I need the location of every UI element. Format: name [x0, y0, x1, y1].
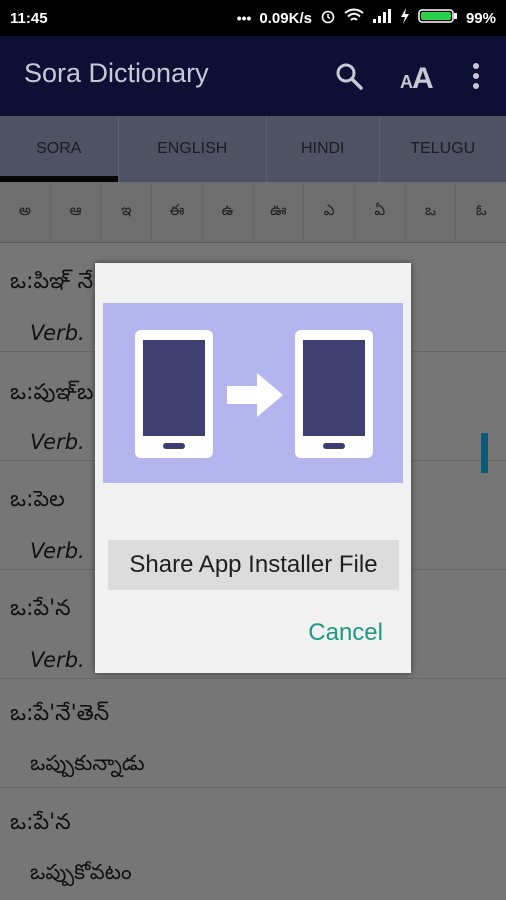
- letter-button[interactable]: ఓ: [456, 182, 506, 242]
- entry-word: ఒ:పెల: [10, 487, 65, 512]
- tab-english[interactable]: ENGLISH: [119, 116, 267, 182]
- letter-button[interactable]: ఇ: [101, 182, 153, 242]
- phone-icon: [295, 330, 373, 458]
- share-dialog: Share App Installer File Cancel: [95, 263, 411, 673]
- share-illustration: [103, 303, 403, 483]
- letter-button[interactable]: ఈ: [152, 182, 203, 242]
- letter-button[interactable]: ఊ: [254, 182, 305, 242]
- battery-percent: 99%: [465, 9, 496, 27]
- cancel-button[interactable]: Cancel: [308, 619, 383, 647]
- letter-button[interactable]: ఒ: [406, 182, 457, 242]
- signal-icon: [372, 8, 392, 28]
- tab-hindi[interactable]: HINDI: [267, 116, 380, 182]
- entry-word: ఒ:పిఞ్ నే: [10, 269, 94, 294]
- language-tabs: SORA ENGLISH HINDI TELUGU: [0, 116, 506, 182]
- share-app-installer-button[interactable]: Share App Installer File: [108, 540, 399, 590]
- entry-meaning: ఒప్పుకున్నాడు: [30, 751, 145, 775]
- more-dots-icon: •••: [236, 10, 252, 26]
- charging-icon: [400, 8, 410, 28]
- network-speed: 0.09K/s: [259, 9, 312, 27]
- entry-meaning: ఒప్పుకోవటం: [30, 860, 132, 884]
- app-bar: Sora Dictionary AA: [0, 36, 506, 116]
- letter-button[interactable]: ఉ: [203, 182, 254, 242]
- entry-meaning: Verb.: [30, 648, 85, 672]
- entry-word: ఒ:పుఞ్‌బ: [10, 380, 94, 405]
- wifi-icon: [344, 8, 364, 28]
- search-icon[interactable]: [331, 58, 367, 94]
- svg-text:A: A: [412, 62, 434, 91]
- entry-word: ఒ:పే'నే'తెన్: [10, 701, 110, 726]
- entry-meaning: Verb.: [30, 430, 85, 454]
- arrow-right-icon: [227, 373, 283, 421]
- letter-button[interactable]: ఆ: [51, 182, 102, 242]
- list-item[interactable]: ఒ:పే'నే'తెన్ ఒప్పుకున్నాడు: [0, 679, 506, 788]
- app-title: Sora Dictionary: [24, 58, 209, 88]
- alarm-icon: [320, 8, 336, 28]
- entry-word: ఒ:పే'న: [10, 596, 71, 621]
- alphabet-bar: అ ఆ ఇ ఈ ఉ ఊ ఎ ఏ ఒ ఓ: [0, 182, 506, 243]
- status-bar: 11:45 ••• 0.09K/s 99%: [0, 0, 506, 36]
- entry-meaning: Verb.: [30, 321, 85, 345]
- letter-button[interactable]: అ: [0, 182, 51, 242]
- text-size-icon[interactable]: AA: [398, 58, 438, 94]
- phone-icon: [135, 330, 213, 458]
- list-item[interactable]: ఒ:పే'న ఒప్పుకోవటం: [0, 788, 506, 900]
- letter-button[interactable]: ఏ: [355, 182, 406, 242]
- scrollbar-thumb[interactable]: [481, 433, 488, 473]
- status-time: 11:45: [10, 9, 48, 27]
- entry-meaning: Verb.: [30, 539, 85, 563]
- entry-word: ఒ:పే'న: [10, 810, 71, 835]
- tab-sora[interactable]: SORA: [0, 116, 119, 182]
- battery-icon: [418, 8, 458, 28]
- letter-button[interactable]: ఎ: [304, 182, 355, 242]
- tab-telugu[interactable]: TELUGU: [380, 116, 506, 182]
- overflow-menu-icon[interactable]: [458, 58, 494, 94]
